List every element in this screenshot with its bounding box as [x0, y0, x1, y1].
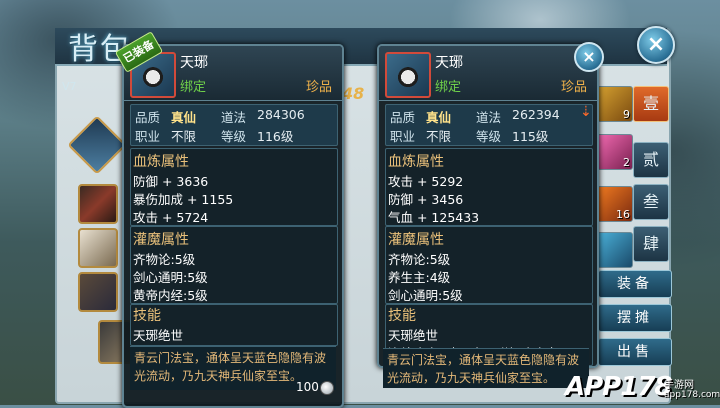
job-value: 不限 — [171, 129, 197, 144]
bag-item-fire[interactable]: 16 — [597, 186, 633, 222]
sell-button[interactable]: 出售 — [598, 338, 672, 366]
close-icon: × — [582, 47, 596, 66]
close-compare-button[interactable]: × — [574, 42, 604, 72]
silver-coin-icon — [320, 381, 334, 395]
item-base-stats: 品质 真仙 道法 262394 职业 不限 等级 115级 — [385, 104, 593, 146]
infuse-box: 灌魔属性 齐物论:5级 剑心通明:5级 黄帝内经:5级 — [130, 226, 338, 304]
item-description: 青云门法宝，通体呈天蓝色隐隐有波光流动，乃九天神兵仙家至宝。 — [383, 348, 589, 388]
equip-slot-1[interactable] — [78, 184, 118, 224]
blood-refine-title: 血炼属性 — [388, 154, 444, 170]
bag-number: 48 — [342, 84, 365, 103]
blood-stat-line: 防御 + 3456 — [388, 192, 464, 207]
skill-title: 技能 — [388, 308, 416, 324]
infuse-line: 剑心通明:5级 — [388, 288, 463, 303]
item-header: 天琊 绑定 珍品 — [379, 46, 597, 101]
skill-line: 天琊绝世 — [388, 328, 439, 343]
infuse-line: 养生主:4级 — [388, 270, 451, 285]
item-rarity: 珍品 — [560, 80, 587, 95]
item-name: 天琊 — [435, 55, 463, 71]
dao-value: 262394 — [512, 107, 560, 122]
tab-2[interactable]: 贰 — [633, 142, 669, 178]
dao-label: 道法 — [221, 110, 247, 125]
equipped-item-tooltip: 天琊 绑定 珍品 品质 真仙 道法 284306 职业 不限 等级 116级 血… — [122, 44, 344, 408]
close-bag-button[interactable]: × — [637, 26, 675, 64]
infuse-line: 剑心通明:5级 — [133, 270, 208, 285]
quality-label: 品质 — [135, 110, 161, 125]
vip-level: V7 — [62, 80, 77, 93]
level-label: 等级 — [476, 129, 502, 144]
infuse-line: 黄帝内经:5级 — [133, 288, 208, 303]
infuse-box: 灌魔属性 齐物论:5级 养生主:4级 剑心通明:5级 — [385, 226, 593, 304]
bag-item-blue[interactable] — [597, 232, 633, 268]
infuse-line: 齐物论:5级 — [388, 252, 451, 267]
site-watermark: APP178 — [565, 372, 673, 402]
dao-value: 284306 — [257, 107, 305, 122]
equip-slot-2[interactable] — [78, 228, 118, 268]
watermark-url: app178.com — [664, 390, 720, 400]
blood-refine-title: 血炼属性 — [133, 154, 189, 170]
quality-label: 品质 — [390, 110, 416, 125]
bind-status: 绑定 — [180, 80, 207, 95]
item-count: 9 — [623, 108, 630, 121]
bag-item-pink[interactable]: 2 — [597, 134, 633, 170]
item-count: 16 — [616, 208, 630, 221]
equip-button[interactable]: 装备 — [598, 270, 672, 298]
item-base-stats: 品质 真仙 道法 284306 职业 不限 等级 116级 — [130, 104, 338, 146]
skill-line: 天琊绝世 — [133, 328, 184, 343]
item-count: 2 — [623, 156, 630, 169]
blood-stat-line: 气血 + 125433 — [388, 210, 480, 225]
watermark-sub: 手游网 — [664, 380, 694, 391]
skill-title: 技能 — [133, 308, 161, 324]
level-value: 115级 — [512, 129, 549, 144]
tab-1[interactable]: 壹 — [633, 86, 669, 122]
blood-stat-line: 攻击 + 5724 — [133, 210, 209, 225]
blood-stat-line: 防御 + 3636 — [133, 174, 209, 189]
job-value: 不限 — [426, 129, 452, 144]
compare-item-tooltip: 天琊 绑定 珍品 品质 真仙 道法 262394 职业 不限 等级 115级 血… — [377, 44, 599, 368]
level-label: 等级 — [221, 129, 247, 144]
item-rarity: 珍品 — [305, 80, 332, 95]
job-label: 职业 — [135, 129, 161, 144]
quality-value: 真仙 — [171, 110, 197, 125]
blood-stat-line: 攻击 + 5292 — [388, 174, 464, 189]
magic-weapon-icon — [385, 52, 431, 98]
skill-box: 技能 天琊绝世 — [130, 304, 338, 346]
infuse-title: 灌魔属性 — [133, 232, 189, 248]
infuse-line: 齐物论:5级 — [133, 252, 196, 267]
silver-amount: 100 — [296, 380, 319, 394]
level-value: 116级 — [257, 129, 294, 144]
bind-status: 绑定 — [435, 80, 462, 95]
equip-slot-3[interactable] — [78, 272, 118, 312]
blood-refine-box: 血炼属性 攻击 + 5292 防御 + 3456 气血 + 125433 — [385, 148, 593, 226]
tab-3[interactable]: 叁 — [633, 184, 669, 220]
blood-refine-box: 血炼属性 防御 + 3636 暴伤加成 + 1155 攻击 + 5724 — [130, 148, 338, 226]
quality-value: 真仙 — [426, 110, 452, 125]
bag-item-chest[interactable]: 9 — [597, 86, 633, 122]
blood-stat-line: 暴伤加成 + 1155 — [133, 192, 234, 207]
stall-button[interactable]: 摆摊 — [598, 304, 672, 332]
item-name: 天琊 — [180, 55, 208, 71]
close-icon: × — [646, 32, 666, 57]
tab-4[interactable]: 肆 — [633, 226, 669, 262]
infuse-title: 灌魔属性 — [388, 232, 444, 248]
dao-label: 道法 — [476, 110, 502, 125]
stat-down-arrow-icon: ⇣ — [580, 104, 592, 120]
job-label: 职业 — [390, 129, 416, 144]
